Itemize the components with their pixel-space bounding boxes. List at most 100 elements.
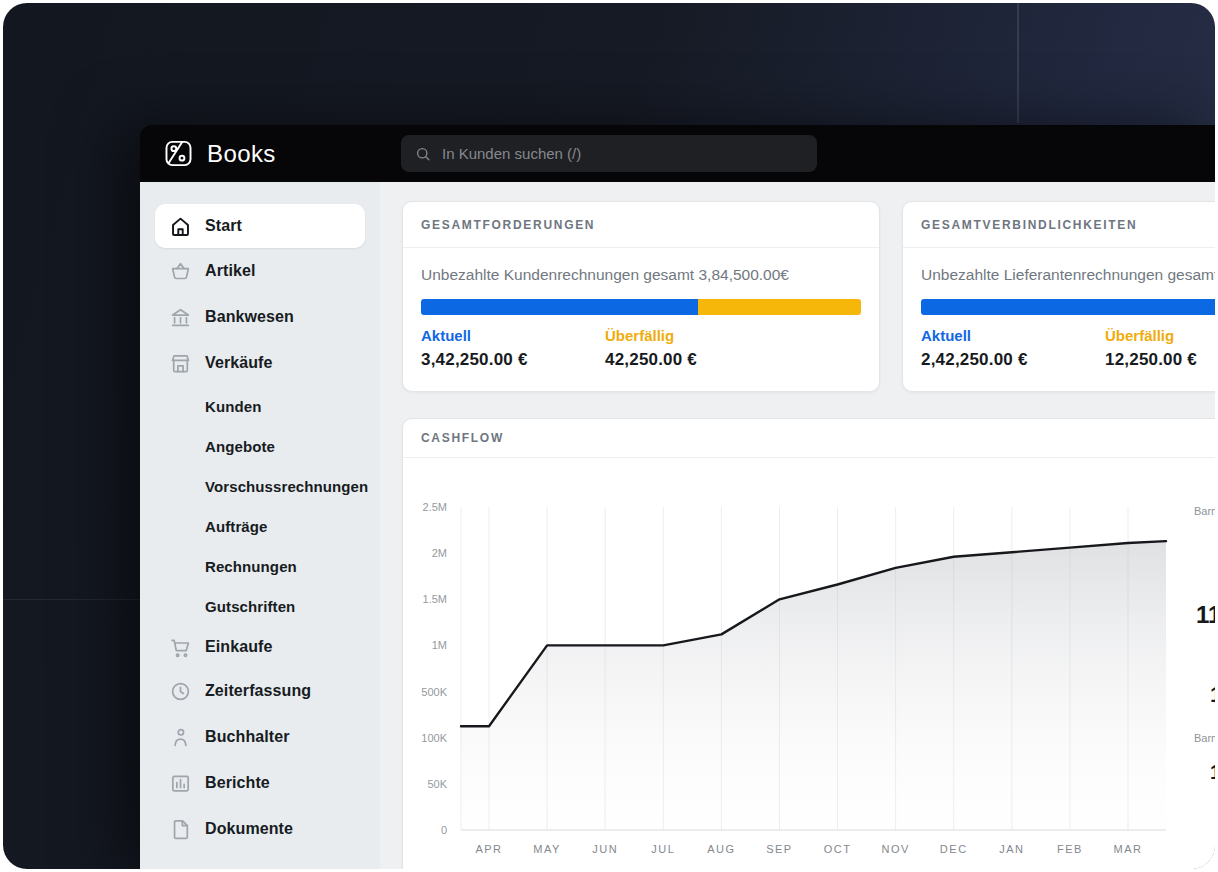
sidebar: Start Artikel Bankwesen Verkäufe Kunden Angeb… [140,182,380,869]
sidebar-item-vorschussrechnungen[interactable]: Vorschussrechnungen [140,466,380,506]
content: Start Artikel Bankwesen Verkäufe Kunden Angeb… [140,182,1215,869]
svg-text:1M: 1M [432,639,447,651]
main-content: GESAMTFORDERUNGEN Unbezahlte Kundenrechn… [380,182,1215,869]
cashflow-side-panel: Barm 11 1 Barm 1 [1184,419,1215,869]
sidebar-item-berichte[interactable]: Berichte [140,760,380,806]
current-value: 3,42,250.00 € [421,350,605,370]
receivables-progress-bar [421,299,861,315]
svg-text:MAR: MAR [1114,843,1143,855]
payables-progress-bar [921,299,1215,315]
cashflow-header: CASHFLOW [403,419,1215,458]
payables-card: GESAMTVERBINDLICHKEITEN Unbezahlte Liefe… [902,201,1215,392]
cashflow-chart-svg: 050K100K500K1M1.5M2M2.5MAPRMAYJUNJULAUGS… [403,457,1215,869]
sidebar-item-label: Bankwesen [205,308,294,326]
sidebar-item-label: Verkäufe [205,354,273,372]
sidebar-item-artikel[interactable]: Artikel [140,248,380,294]
svg-text:FEB: FEB [1057,843,1083,855]
person-icon [169,726,192,749]
side-value-1: 11 [1196,601,1215,629]
clock-icon [169,680,192,703]
side-label-2: Barm [1194,732,1215,744]
svg-text:APR: APR [475,843,502,855]
payables-bar-current [921,299,1215,315]
app-title: Books [207,140,276,168]
decor-horizontal-line [3,599,140,600]
svg-text:AUG: AUG [707,843,735,855]
sidebar-item-zeiterfassung[interactable]: Zeiterfassung [140,668,380,714]
document-icon [169,818,192,841]
payables-current: Aktuell 2,42,250.00 € [921,327,1105,370]
sidebar-item-verk-ufe[interactable]: Verkäufe [140,340,380,386]
svg-text:2M: 2M [432,547,447,559]
cart-icon [169,636,192,659]
svg-text:SEP: SEP [766,843,793,855]
side-label-1: Barm [1194,505,1215,517]
svg-text:0: 0 [441,824,447,836]
sidebar-item-kunden[interactable]: Kunden [140,386,380,426]
payables-header: GESAMTVERBINDLICHKEITEN [903,202,1215,248]
sidebar-item-label: Gutschriften [205,598,295,615]
sidebar-item-label: Start [205,217,242,235]
home-icon [169,215,192,238]
cashflow-title: CASHFLOW [421,431,504,445]
svg-text:DEC: DEC [940,843,968,855]
basket-icon [169,260,192,283]
current-label: Aktuell [421,327,605,344]
payables-overdue: Überfällig 12,250.00 € [1105,327,1215,370]
sidebar-item-angebote[interactable]: Angebote [140,426,380,466]
decor-vertical-line [1017,3,1019,123]
overdue-label: Überfällig [605,327,789,344]
sidebar-item-buchhalter[interactable]: Buchhalter [140,714,380,760]
svg-text:2.5M: 2.5M [423,501,447,513]
side-value-2: 1 [1210,682,1215,708]
svg-text:JAN: JAN [999,843,1024,855]
svg-text:100K: 100K [421,732,447,744]
sidebar-item-label: Rechnungen [205,558,297,575]
sidebar-item-auftr-ge[interactable]: Aufträge [140,506,380,546]
receivables-title: GESAMTFORDERUNGEN [421,218,595,232]
current-value: 2,42,250.00 € [921,350,1105,370]
sidebar-item-label: Vorschussrechnungen [205,478,368,495]
receivables-current: Aktuell 3,42,250.00 € [421,327,605,370]
svg-text:JUN: JUN [592,843,618,855]
search-input[interactable]: In Kunden suchen (/) [401,135,817,172]
svg-text:MAY: MAY [533,843,561,855]
svg-text:1.5M: 1.5M [423,593,447,605]
books-logo-icon [163,138,194,169]
sidebar-item-label: Zeiterfassung [205,682,311,700]
overdue-value: 42,250.00 € [605,350,789,370]
side-value-3: 1 [1210,761,1215,784]
app-window: Books In Kunden suchen (/) Start Artikel B… [140,125,1215,869]
search-icon [414,145,432,163]
bank-icon [169,306,192,329]
sidebar-item-einkaufe[interactable]: Einkaufe [140,626,380,668]
receivables-overdue: Überfällig 42,250.00 € [605,327,789,370]
sidebar-item-dokumente[interactable]: Dokumente [140,806,380,852]
receivables-header: GESAMTFORDERUNGEN [403,202,879,248]
svg-text:NOV: NOV [881,843,909,855]
sidebar-item-bankwesen[interactable]: Bankwesen [140,294,380,340]
svg-text:50K: 50K [427,778,447,790]
svg-text:500K: 500K [421,686,447,698]
receivables-bar-current [421,299,698,315]
sidebar-item-rechnungen[interactable]: Rechnungen [140,546,380,586]
sidebar-item-label: Angebote [205,438,275,455]
store-icon [169,352,192,375]
cashflow-card: CASHFLOW 0 50K 100K 500K 1M 1.5M 2M 2.5M APR MAY J… [402,418,1215,869]
sidebar-item-label: Dokumente [205,820,293,838]
search-placeholder: In Kunden suchen (/) [442,145,581,162]
sidebar-item-label: Berichte [205,774,270,792]
overdue-label: Überfällig [1105,327,1215,344]
receivables-card: GESAMTFORDERUNGEN Unbezahlte Kundenrechn… [402,201,880,392]
receivables-bar-overdue [698,299,861,315]
sidebar-item-start[interactable]: Start [155,204,365,248]
sidebar-item-label: Aufträge [205,518,267,535]
sidebar-item-label: Artikel [205,262,256,280]
brand: Books [163,125,276,182]
payables-summary: Unbezahlte Lieferantenrechnungen gesamt [921,265,1215,284]
sidebar-item-gutschriften[interactable]: Gutschriften [140,586,380,626]
current-label: Aktuell [921,327,1105,344]
receivables-summary: Unbezahlte Kundenrechnungen gesamt 3,84,… [421,265,861,284]
sidebar-item-label: Kunden [205,398,261,415]
payables-title: GESAMTVERBINDLICHKEITEN [921,218,1137,232]
